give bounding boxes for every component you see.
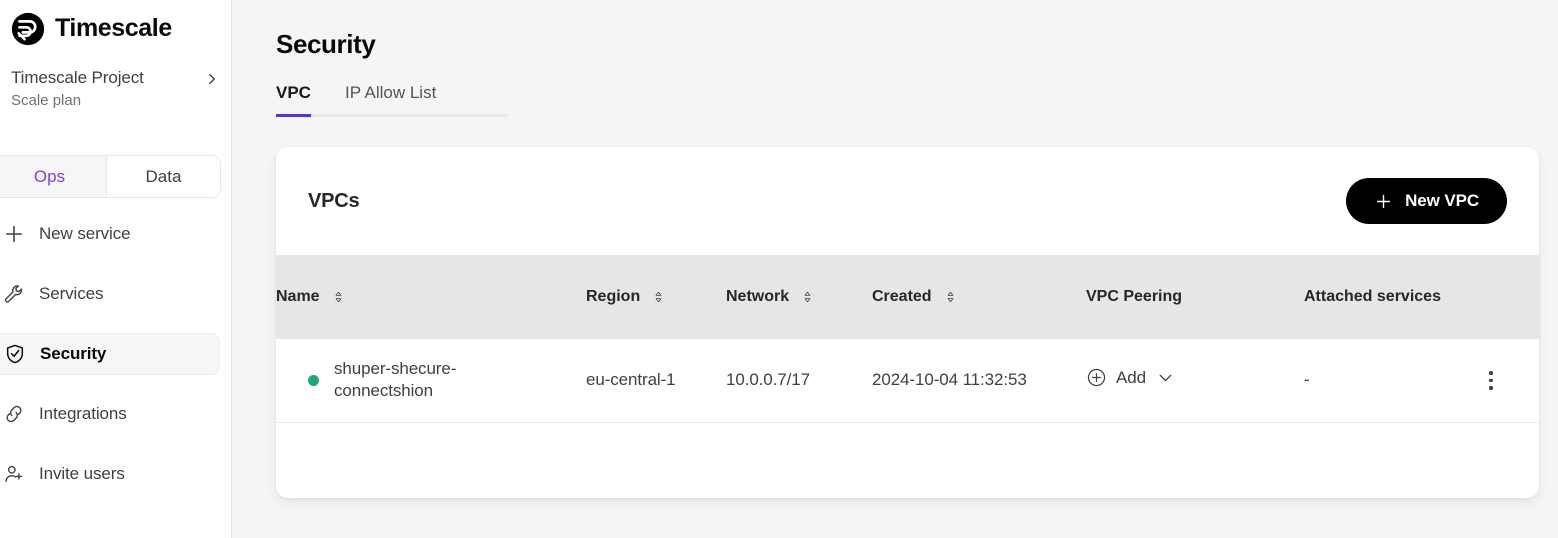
- plus-circle-icon: [1086, 367, 1107, 388]
- link-icon: [3, 403, 25, 425]
- column-header-vpc-peering: VPC Peering: [1086, 255, 1304, 339]
- cell-name: shuper-shecure-connectshion: [276, 339, 586, 422]
- card-footer: [276, 422, 1539, 498]
- sidebar: Timescale Timescale Project Scale plan O…: [0, 0, 232, 538]
- tab-vpc[interactable]: VPC: [276, 83, 311, 117]
- tab-ip-allow-list[interactable]: IP Allow List: [345, 83, 436, 114]
- column-header-attached-services: Attached services: [1304, 255, 1479, 339]
- kebab-menu-icon[interactable]: [1479, 371, 1503, 390]
- plus-icon: [3, 223, 25, 245]
- column-label: Name: [276, 288, 320, 305]
- sort-updown-icon[interactable]: [801, 289, 814, 305]
- column-header-created[interactable]: Created: [872, 255, 1086, 339]
- sidebar-nav: New service Services Security Integratio…: [0, 213, 231, 513]
- sidebar-item-integrations[interactable]: Integrations: [0, 393, 220, 435]
- card-header: VPCs New VPC: [276, 147, 1539, 255]
- sort-updown-icon[interactable]: [332, 289, 345, 305]
- timescale-logo-icon: [11, 12, 45, 46]
- sidebar-item-label: Services: [39, 284, 104, 303]
- column-header-region[interactable]: Region: [586, 255, 726, 339]
- project-name: Timescale Project: [11, 68, 144, 87]
- table-header: Name Region Network Created VPC Peering …: [276, 255, 1539, 339]
- table-body: shuper-shecure-connectshion eu-central-1…: [276, 339, 1539, 422]
- sidebar-item-new-service[interactable]: New service: [0, 213, 220, 255]
- cell-region: eu-central-1: [586, 370, 676, 390]
- sort-updown-icon[interactable]: [944, 289, 957, 305]
- tab-bar: VPC IP Allow List: [276, 83, 508, 117]
- sidebar-item-security[interactable]: Security: [0, 333, 220, 375]
- column-label: Region: [586, 288, 641, 305]
- ops-data-toggle[interactable]: Ops Data: [0, 155, 221, 198]
- new-vpc-button[interactable]: New VPC: [1346, 178, 1507, 224]
- column-header-network[interactable]: Network: [726, 255, 872, 339]
- add-peering-label: Add: [1116, 367, 1146, 387]
- cell-network: 10.0.0.7/17: [726, 370, 810, 390]
- toggle-ops[interactable]: Ops: [0, 156, 107, 197]
- column-label: VPC Peering: [1086, 288, 1183, 305]
- brand[interactable]: Timescale: [0, 0, 231, 46]
- sort-updown-icon[interactable]: [652, 289, 665, 305]
- chevron-down-icon[interactable]: [1155, 367, 1176, 388]
- sidebar-item-label: Integrations: [39, 404, 127, 423]
- brand-name: Timescale: [55, 14, 172, 42]
- shield-check-icon: [4, 343, 26, 365]
- cell-vpc-peering: Add: [1086, 339, 1304, 422]
- vpcs-table: Name Region Network Created VPC Peering …: [276, 255, 1539, 423]
- card-title: VPCs: [308, 189, 360, 212]
- column-label: Attached services: [1304, 288, 1441, 306]
- sidebar-item-label: Invite users: [39, 464, 125, 483]
- cell-created: 2024-10-04 11:32:53: [872, 370, 1027, 390]
- user-plus-icon: [3, 463, 25, 485]
- vpcs-card: VPCs New VPC Name Region Network Created…: [276, 147, 1539, 498]
- main-content: Security VPC IP Allow List VPCs New VPC: [232, 0, 1558, 538]
- sidebar-item-services[interactable]: Services: [0, 273, 220, 315]
- sidebar-item-label: Security: [40, 344, 107, 363]
- page-title: Security: [276, 29, 376, 59]
- toggle-data[interactable]: Data: [107, 156, 220, 197]
- column-header-actions: [1479, 255, 1539, 339]
- column-label: Created: [872, 288, 932, 305]
- table-header-row: Name Region Network Created VPC Peering …: [276, 255, 1539, 339]
- table-row[interactable]: shuper-shecure-connectshion eu-central-1…: [276, 339, 1539, 422]
- new-vpc-button-label: New VPC: [1405, 191, 1479, 210]
- sidebar-item-label: New service: [39, 224, 131, 243]
- project-switcher[interactable]: Timescale Project Scale plan: [0, 68, 231, 109]
- project-plan: Scale plan: [11, 92, 82, 109]
- plus-icon: [1374, 192, 1393, 211]
- status-dot: [308, 374, 319, 386]
- sidebar-item-invite-users[interactable]: Invite users: [0, 453, 220, 495]
- add-peering-button[interactable]: Add: [1086, 367, 1176, 388]
- column-label: Network: [726, 288, 790, 305]
- app-root: Timescale Timescale Project Scale plan O…: [0, 0, 1558, 538]
- vpc-name: shuper-shecure-connectshion: [334, 358, 457, 401]
- column-header-name[interactable]: Name: [276, 255, 586, 339]
- cell-actions: [1479, 339, 1539, 422]
- wrench-icon: [3, 283, 25, 305]
- cell-attached-services: -: [1304, 370, 1310, 390]
- chevron-right-icon: [205, 72, 217, 85]
